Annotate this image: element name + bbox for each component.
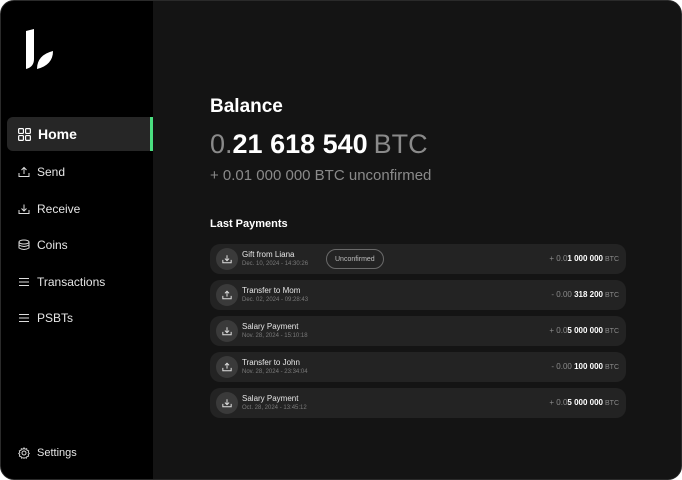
receive-icon: [216, 248, 238, 270]
sidebar-item-transactions[interactable]: Transactions: [7, 264, 153, 301]
sidebar-item-label: PSBTs: [37, 311, 74, 326]
amount-unit: BTC: [605, 400, 619, 407]
grid-icon: [18, 127, 31, 141]
sidebar-nav: Home Send Receive Coins Transactions PSB…: [1, 117, 153, 337]
balance-unit: BTC: [373, 129, 428, 159]
payment-amount: + 0.01 000 000 BTC: [549, 254, 619, 263]
list-icon: [18, 276, 30, 288]
send-icon: [216, 356, 238, 378]
payment-amount: - 0.00 318 200 BTC: [551, 290, 619, 299]
app-window: Home Send Receive Coins Transactions PSB…: [0, 0, 682, 480]
send-icon: [18, 166, 30, 178]
payment-date: Nov. 28, 2024 - 15:10:18: [242, 333, 308, 339]
payment-row[interactable]: Salary Payment Nov. 28, 2024 - 15:10:18 …: [210, 316, 626, 346]
amount-unit: BTC: [605, 256, 619, 263]
sidebar-item-home[interactable]: Home: [7, 117, 153, 151]
amount-unit: BTC: [605, 328, 619, 335]
amount-prefix: + 0.0: [549, 254, 568, 263]
payment-row[interactable]: Transfer to John Nov. 28, 2024 - 23:34:0…: [210, 352, 626, 382]
amount-prefix: - 0.00: [551, 290, 575, 299]
balance-amount: 0.21 618 540 BTC: [210, 129, 428, 160]
liana-logo: [23, 29, 55, 71]
sidebar-item-psbts[interactable]: PSBTs: [7, 300, 153, 337]
amount-value: 5 000 000: [567, 326, 603, 335]
sidebar-item-label: Coins: [37, 238, 68, 253]
payment-date: Oct. 28, 2024 - 13:45:12: [242, 405, 307, 411]
sidebar-item-label: Send: [37, 165, 66, 180]
main-content: Balance 0.21 618 540 BTC + 0.01 000 000 B…: [153, 1, 681, 479]
payment-label: Transfer to Mom: [242, 286, 301, 295]
coins-icon: [18, 239, 30, 251]
sidebar-item-label: Receive: [37, 201, 81, 216]
amount-prefix: + 0.0: [549, 326, 568, 335]
amount-unit: BTC: [605, 364, 619, 371]
sidebar-item-coins[interactable]: Coins: [7, 227, 153, 264]
sidebar: Home Send Receive Coins Transactions PSB…: [1, 1, 153, 479]
sidebar-item-settings[interactable]: Settings: [7, 441, 147, 465]
balance-title: Balance: [210, 96, 283, 117]
payment-date: Dec. 02, 2024 - 09:28:43: [242, 297, 309, 303]
payment-row[interactable]: Gift from Liana Dec. 10, 2024 - 14:30:26…: [210, 244, 626, 274]
amount-value: 5 000 000: [567, 398, 603, 407]
sidebar-item-send[interactable]: Send: [7, 154, 153, 191]
payments-title: Last Payments: [210, 218, 288, 230]
receive-icon: [216, 320, 238, 342]
sidebar-item-receive[interactable]: Receive: [7, 191, 153, 228]
payment-label: Salary Payment: [242, 394, 299, 403]
sidebar-item-label: Home: [38, 126, 77, 142]
gear-icon: [18, 447, 30, 459]
payment-amount: + 0.05 000 000 BTC: [549, 398, 619, 407]
payment-row[interactable]: Transfer to Mom Dec. 02, 2024 - 09:28:43…: [210, 280, 626, 310]
payment-amount: + 0.05 000 000 BTC: [549, 326, 619, 335]
amount-unit: BTC: [605, 292, 619, 299]
receive-icon: [216, 392, 238, 414]
settings-label: Settings: [37, 447, 77, 459]
status-badge: Unconfirmed: [326, 249, 384, 269]
payment-date: Dec. 10, 2024 - 14:30:26: [242, 261, 309, 267]
amount-value: 100 000: [574, 362, 603, 371]
sidebar-item-label: Transactions: [37, 274, 106, 289]
receive-icon: [18, 203, 30, 215]
balance-prefix: 0.: [210, 129, 233, 159]
payment-label: Transfer to John: [242, 358, 300, 367]
payments-list: Gift from Liana Dec. 10, 2024 - 14:30:26…: [210, 244, 626, 424]
balance-main: 21 618 540: [232, 129, 368, 159]
send-icon: [216, 284, 238, 306]
amount-value: 318 200: [574, 290, 603, 299]
amount-prefix: - 0.00: [551, 362, 575, 371]
payment-label: Gift from Liana: [242, 250, 295, 259]
amount-prefix: + 0.0: [549, 398, 568, 407]
payment-date: Nov. 28, 2024 - 23:34:04: [242, 369, 308, 375]
list-icon: [18, 312, 30, 324]
payment-label: Salary Payment: [242, 322, 299, 331]
unconfirmed-balance: + 0.01 000 000 BTC unconfirmed: [210, 167, 432, 184]
amount-value: 1 000 000: [567, 254, 603, 263]
payment-row[interactable]: Salary Payment Oct. 28, 2024 - 13:45:12 …: [210, 388, 626, 418]
payment-amount: - 0.00 100 000 BTC: [551, 362, 619, 371]
